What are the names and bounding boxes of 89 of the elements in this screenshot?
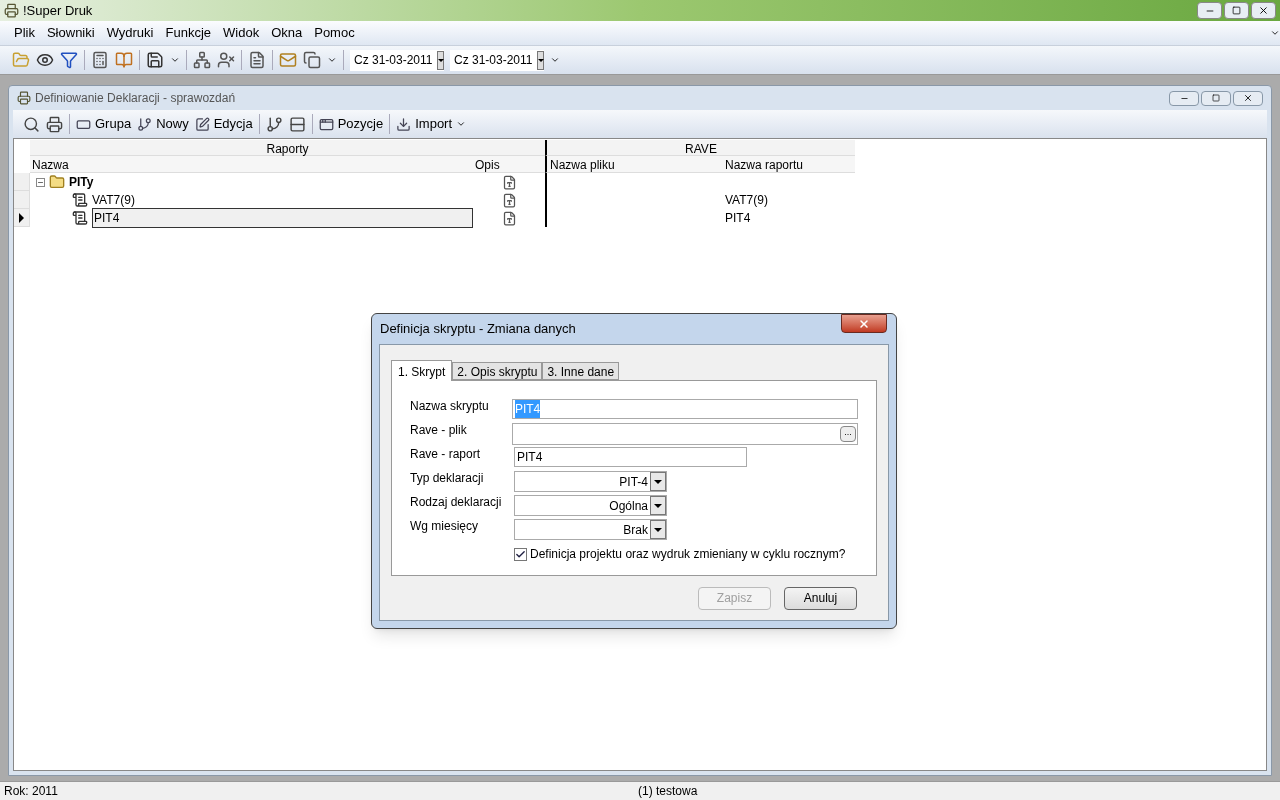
file-field[interactable]: ... [511, 423, 858, 445]
menu-item[interactable]: Funkcje [165, 23, 211, 43]
row-header[interactable] [14, 209, 30, 227]
menu-item[interactable]: Słowniki [46, 23, 95, 43]
copy-icon[interactable] [303, 51, 321, 69]
caret-icon[interactable] [327, 55, 337, 65]
field-label: Rave - plik [410, 422, 468, 439]
checkbox-label: Definicja projektu oraz wydruk zmieniany w cyklu rocznym? [530, 546, 846, 563]
tab[interactable]: 1. Skrypt [391, 360, 453, 381]
document-icon[interactable] [248, 51, 266, 69]
dropdown[interactable]: Ogólna [514, 495, 667, 516]
caret-icon[interactable] [456, 119, 467, 129]
folder-icon [49, 174, 65, 190]
network-icon[interactable] [193, 51, 211, 69]
column-group-header: Raporty [30, 140, 545, 156]
report-name-cell: PIT4 [725, 211, 751, 225]
close-button[interactable] [841, 314, 887, 333]
toolbar-button[interactable]: Pozycje [337, 114, 384, 134]
save-icon[interactable] [146, 51, 164, 69]
report-name-cell: VAT7(9) [725, 193, 768, 207]
field-label: Rodzaj deklaracji [410, 494, 503, 511]
description-icon[interactable] [501, 174, 517, 190]
date-picker[interactable]: Cz 31-03-2011 [450, 49, 544, 71]
dialog-title: Definicja skryptu - Zmiana danych [379, 320, 576, 339]
date-picker[interactable]: Cz 31-03-2011 [350, 49, 444, 71]
menu-item[interactable]: Widok [223, 23, 260, 43]
toolbar-button[interactable]: Grupa [95, 114, 132, 134]
edit-icon[interactable] [194, 116, 210, 132]
caret-icon[interactable] [550, 55, 560, 65]
user-icon[interactable] [217, 51, 235, 69]
caret-icon[interactable] [1270, 28, 1280, 38]
column-group-header: RAVE [545, 140, 855, 156]
printer-icon[interactable] [46, 115, 63, 133]
close-button[interactable] [1251, 2, 1276, 19]
description-icon[interactable] [501, 192, 517, 208]
dropdown[interactable]: Brak [514, 519, 667, 540]
close-icon [1243, 93, 1253, 103]
collapse-icon[interactable] [36, 177, 45, 187]
menu-item[interactable]: Wydruki [106, 23, 154, 43]
tab[interactable]: 3. Inne dane [542, 362, 620, 380]
field-label: Typ deklaracji [410, 470, 485, 487]
field-label: Nazwa skryptu [410, 398, 490, 415]
status-text: Rok: 2011 [4, 783, 59, 800]
caret-icon[interactable] [170, 55, 180, 65]
eye-icon[interactable] [36, 51, 54, 69]
tab[interactable]: 2. Opis skryptu [452, 362, 543, 380]
rows-icon[interactable] [288, 115, 306, 133]
window-title: Definiowanie Deklaracji - sprawozdań [35, 90, 236, 107]
text-field[interactable]: PIT4 [514, 447, 747, 467]
script-icon [72, 192, 88, 208]
menu-item[interactable]: Pomoc [314, 23, 355, 43]
checkbox[interactable] [514, 547, 527, 561]
script-icon [72, 210, 88, 226]
tree-icon[interactable] [265, 115, 283, 133]
status-text: (1) testowa [638, 783, 698, 800]
tree-item[interactable]: VAT7(9) [92, 191, 135, 209]
column-header[interactable]: Opis [473, 156, 545, 173]
branch-icon[interactable] [137, 116, 153, 132]
tree-item[interactable]: PITy [69, 173, 94, 191]
window-title: !Super Druk [23, 1, 93, 20]
close-icon [858, 317, 870, 330]
tree-item[interactable]: PIT4 [92, 208, 473, 228]
field-label: Wg miesięcy [410, 518, 479, 535]
envelope-icon[interactable] [279, 51, 297, 69]
column-header[interactable]: Nazwa pliku [545, 156, 725, 173]
description-icon[interactable] [501, 210, 517, 226]
dropdown[interactable]: PIT-4 [514, 471, 667, 492]
minimize-button[interactable] [1197, 2, 1222, 19]
close-icon [1258, 5, 1269, 16]
restore-icon [1212, 94, 1220, 102]
toolbar-button[interactable]: Import [415, 114, 453, 134]
close-button[interactable] [1233, 90, 1263, 106]
book-icon[interactable] [115, 51, 133, 69]
restore-icon [1232, 6, 1241, 15]
field-label: Rave - raport [410, 446, 482, 463]
app-icon [4, 3, 19, 18]
dialog-button[interactable]: Anuluj [784, 586, 857, 610]
column-header[interactable]: Nazwa [30, 156, 473, 173]
browse-button[interactable]: ... [840, 426, 856, 442]
menu-item[interactable]: Okna [271, 23, 303, 43]
filter-icon[interactable] [60, 51, 78, 69]
download-icon[interactable] [396, 116, 412, 132]
calculator-icon[interactable] [91, 51, 109, 69]
toolbar-button[interactable]: Edycja [213, 114, 253, 134]
preview-icon[interactable] [23, 115, 40, 133]
menu-item[interactable]: Plik [14, 23, 35, 43]
restore-button[interactable] [1224, 2, 1249, 19]
toolbar-button[interactable]: Nowy [156, 114, 189, 134]
column-header[interactable]: Nazwa raportu [725, 156, 855, 173]
